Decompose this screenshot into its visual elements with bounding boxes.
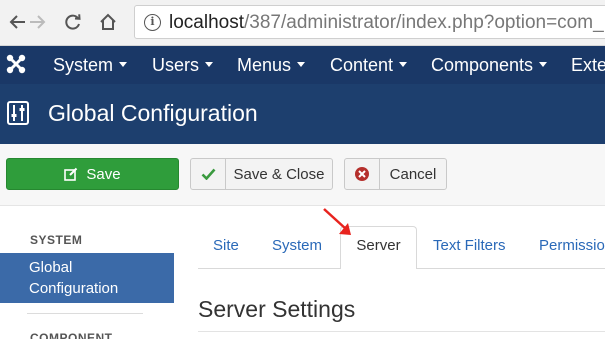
admin-top-menu: System Users Menus Content Components Ex…: [0, 46, 605, 84]
caret-down-icon: [119, 61, 128, 67]
menu-menus[interactable]: Menus: [237, 46, 306, 84]
menu-system[interactable]: System: [53, 46, 128, 84]
edit-icon: [64, 167, 78, 181]
sidebar-divider: [27, 313, 143, 314]
url-host: localhost: [169, 12, 244, 33]
info-icon[interactable]: i: [144, 14, 161, 31]
sidebar-item-label-line1: Global: [29, 259, 73, 276]
check-icon: [201, 168, 215, 180]
cancel-button-label: Cancel: [389, 165, 437, 183]
url-path: /387/administrator/index.php?option=com_: [244, 12, 604, 33]
section-divider: [198, 331, 605, 332]
menu-extensions[interactable]: Exte: [571, 46, 605, 84]
caret-down-icon: [297, 61, 306, 67]
menu-system-label: System: [53, 55, 114, 75]
sidebar-heading-component: COMPONENT: [30, 331, 113, 339]
page-title: Global Configuration: [48, 100, 258, 126]
menu-extensions-label: Exte: [571, 55, 605, 75]
cancel-circle-icon: [355, 167, 369, 181]
address-bar[interactable]: i localhost/387/administrator/index.php?…: [134, 5, 605, 39]
cancel-icon-cell: [345, 159, 380, 189]
menu-components-label: Components: [431, 55, 534, 75]
tab-permissions[interactable]: Permissio: [539, 237, 605, 254]
caret-down-icon: [399, 61, 408, 67]
home-icon[interactable]: [95, 9, 121, 35]
menu-users[interactable]: Users: [152, 46, 214, 84]
reload-icon[interactable]: [60, 9, 86, 35]
joomla-logo-icon[interactable]: [5, 53, 27, 75]
forward-arrow-icon[interactable]: [24, 9, 50, 35]
menu-users-label: Users: [152, 55, 200, 75]
settings-sliders-icon: [7, 101, 29, 125]
save-button-label: Save: [86, 165, 121, 183]
cancel-button[interactable]: Cancel: [344, 158, 447, 190]
caret-down-icon: [539, 61, 548, 67]
tab-system[interactable]: System: [272, 237, 322, 254]
save-close-button[interactable]: Save & Close: [190, 158, 333, 190]
menu-content-label: Content: [330, 55, 394, 75]
menu-content[interactable]: Content: [330, 46, 408, 84]
caret-down-icon: [205, 61, 214, 67]
red-arrow-annotation: [323, 208, 351, 235]
save-button[interactable]: Save: [6, 158, 179, 190]
menu-components[interactable]: Components: [431, 46, 548, 84]
sidebar-item-label-line2: Configuration: [29, 280, 119, 297]
section-title: Server Settings: [198, 296, 356, 322]
sidebar-heading-system: SYSTEM: [30, 233, 83, 247]
save-close-button-label: Save & Close: [233, 165, 325, 183]
browser-toolbar: i localhost/387/administrator/index.php?…: [0, 0, 605, 46]
page-header: Global Configuration: [0, 84, 605, 144]
menu-menus-label: Menus: [237, 55, 292, 75]
sidebar-item-global-configuration[interactable]: Global Configuration: [0, 253, 174, 303]
url-text: localhost/387/administrator/index.php?op…: [169, 12, 604, 34]
check-icon-cell: [191, 159, 226, 189]
tab-text-filters[interactable]: Text Filters: [433, 237, 506, 254]
toolbar: Save Save & Close Cancel: [0, 144, 605, 206]
tab-site[interactable]: Site: [213, 237, 239, 254]
